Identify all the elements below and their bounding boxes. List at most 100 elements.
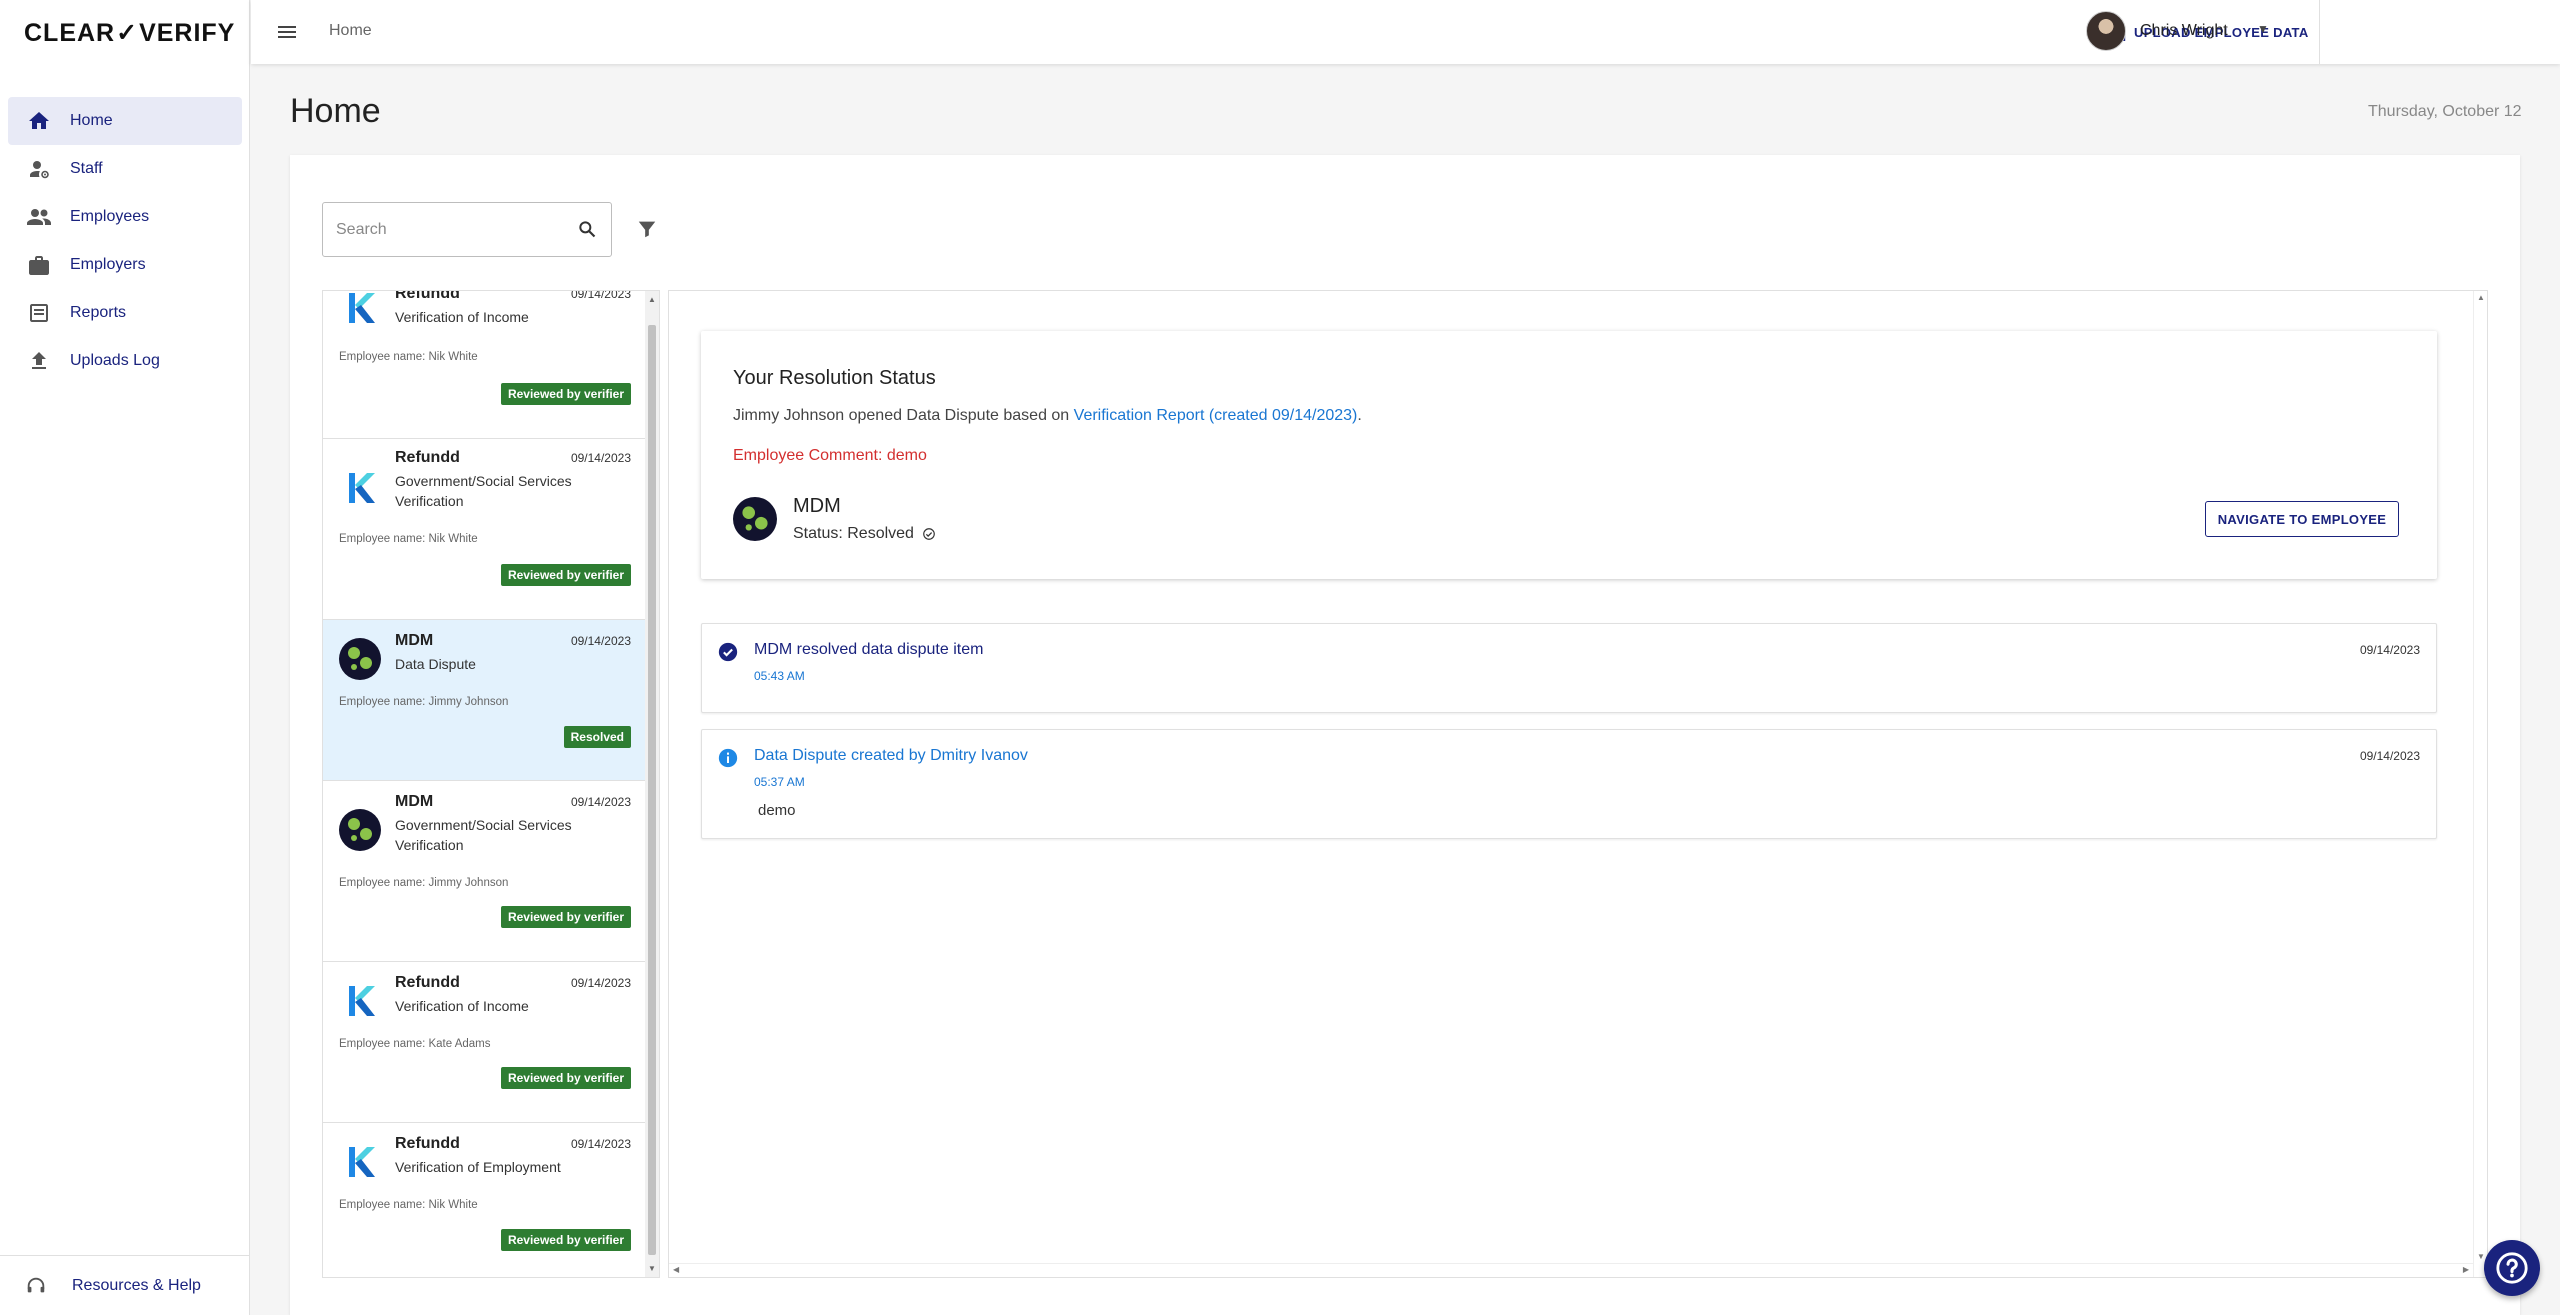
sidebar-nav: Home Staff Employees Employers Reports U… [8, 97, 242, 385]
verification-report-link[interactable]: Verification Report (created 09/14/2023) [1074, 407, 1358, 424]
scroll-up-icon[interactable]: ▲ [2477, 293, 2485, 302]
list-type: Government/Social Services Verification [395, 473, 572, 509]
logo-check-icon: ✓ [116, 19, 139, 47]
resources-help-label: Resources & Help [72, 1276, 201, 1294]
scroll-down-icon[interactable]: ▼ [648, 1264, 656, 1273]
dispute-period: . [1357, 407, 1362, 424]
status-badge: Reviewed by verifier [500, 564, 631, 586]
mdm-logo-icon [733, 497, 777, 541]
filter-icon[interactable] [636, 218, 658, 245]
list-type: Data Dispute [395, 656, 476, 672]
info-icon [718, 748, 738, 768]
avatar[interactable] [2086, 11, 2126, 51]
request-list: Refundd Verification of Income 09/14/202… [322, 290, 660, 1278]
list-item[interactable]: MDM Data Dispute 09/14/2023 Employee nam… [323, 620, 647, 781]
navigate-to-employee-button[interactable]: NAVIGATE TO EMPLOYEE [2205, 501, 2399, 537]
list-type: Verification of Income [395, 998, 529, 1014]
employee-comment: Employee Comment: demo [733, 447, 927, 464]
event-body: demo [758, 802, 796, 819]
sidebar-item-reports[interactable]: Reports [8, 289, 242, 337]
sidebar-item-uploads-log[interactable]: Uploads Log [8, 337, 242, 385]
status-badge: Reviewed by verifier [500, 906, 631, 928]
logo[interactable]: CLEAR ✓ VERIFY [24, 18, 235, 48]
timeline-event: Data Dispute created by Dmitry Ivanov 05… [701, 729, 2437, 839]
sidebar-item-label: Home [70, 112, 113, 129]
page-date: Thursday, October 12 [2368, 103, 2522, 120]
headset-icon [0, 1275, 72, 1297]
resolution-status-card: Your Resolution Status Jimmy Johnson ope… [701, 331, 2437, 579]
list-company: Refundd [395, 449, 460, 466]
user-name[interactable]: Chris Wright [2140, 22, 2228, 40]
sidebar-item-staff[interactable]: Staff [8, 145, 242, 193]
list-item[interactable]: MDM Government/Social Services Verificat… [323, 781, 647, 962]
list-scrollbar-thumb[interactable] [648, 325, 656, 1255]
detail-vertical-scrollbar[interactable]: ▲ ▼ [2473, 291, 2487, 1277]
list-company: Refundd [395, 974, 460, 991]
help-button[interactable] [2484, 1240, 2540, 1296]
scroll-up-icon[interactable]: ▲ [648, 295, 656, 304]
status-badge: Reviewed by verifier [500, 1067, 631, 1089]
chevron-down-icon[interactable]: ▼ [2257, 22, 2269, 36]
list-date: 09/14/2023 [570, 795, 631, 809]
list-employee: Employee name: Jimmy Johnson [339, 877, 509, 889]
logo-right: VERIFY [139, 18, 236, 47]
event-title: Data Dispute created by Dmitry Ivanov [754, 747, 1028, 764]
sidebar-item-label: Employers [70, 256, 146, 273]
event-title: MDM resolved data dispute item [754, 641, 984, 658]
sidebar-item-label: Employees [70, 208, 150, 225]
staff-icon [8, 157, 70, 181]
search-icon[interactable] [577, 219, 597, 244]
event-date: 09/14/2023 [2359, 749, 2420, 763]
scroll-down-icon[interactable]: ▼ [2477, 1252, 2485, 1261]
status-badge: Reviewed by verifier [500, 1229, 631, 1251]
scroll-left-icon[interactable]: ◀ [673, 1265, 679, 1274]
sidebar: CLEAR ✓ VERIFY Home Staff Employees Employ… [0, 0, 250, 1315]
detail-panel: Your Resolution Status Jimmy Johnson ope… [668, 290, 2488, 1278]
request-list-scroll: Refundd Verification of Income 09/14/202… [323, 291, 647, 1277]
employees-icon [8, 205, 70, 229]
reports-icon [8, 301, 70, 325]
search-input[interactable] [323, 203, 553, 256]
list-item[interactable]: Refundd Verification of Employment 09/14… [323, 1123, 647, 1277]
list-date: 09/14/2023 [570, 451, 631, 465]
home-icon [8, 109, 70, 133]
list-date: 09/14/2023 [570, 1137, 631, 1151]
check-circle-icon [718, 642, 738, 662]
sidebar-item-employers[interactable]: Employers [8, 241, 242, 289]
list-company: MDM [395, 793, 434, 810]
menu-icon[interactable] [275, 20, 299, 44]
detail-status-text: Status: Resolved [793, 525, 914, 542]
list-item[interactable]: Refundd Verification of Income 09/14/202… [323, 291, 647, 439]
resolution-status-title: Your Resolution Status [733, 367, 936, 389]
logo-left: CLEAR [24, 18, 116, 47]
refundd-logo-icon [349, 293, 375, 323]
scroll-right-icon[interactable]: ▶ [2463, 1265, 2469, 1274]
list-employee: Employee name: Nik White [339, 351, 478, 363]
briefcase-icon [8, 253, 70, 277]
list-employee: Employee name: Jimmy Johnson [339, 696, 509, 708]
list-item[interactable]: Refundd Government/Social Services Verif… [323, 439, 647, 620]
list-date: 09/14/2023 [570, 634, 631, 648]
breadcrumb[interactable]: Home [329, 22, 372, 40]
detail-company: MDM [793, 495, 841, 517]
dispute-opened-text: Jimmy Johnson opened Data Dispute based … [733, 407, 1074, 424]
help-icon [2496, 1252, 2528, 1284]
list-employee: Employee name: Nik White [339, 533, 478, 545]
event-time: 05:43 AM [754, 669, 805, 683]
sidebar-item-employees[interactable]: Employees [8, 193, 242, 241]
list-type: Government/Social Services Verification [395, 817, 572, 853]
event-time: 05:37 AM [754, 775, 805, 789]
sidebar-item-home[interactable]: Home [8, 97, 242, 145]
dispute-summary: Jimmy Johnson opened Data Dispute based … [733, 407, 1362, 425]
detail-horizontal-scrollbar[interactable]: ◀ ▶ [669, 1263, 2473, 1277]
list-scrollbar[interactable]: ▲ ▼ [645, 291, 659, 1277]
resources-help-link[interactable]: Resources & Help [0, 1255, 249, 1315]
sidebar-item-label: Reports [70, 304, 127, 321]
list-company: Refundd [395, 291, 460, 302]
list-employee: Employee name: Nik White [339, 1199, 478, 1211]
list-type: Verification of Income [395, 309, 529, 325]
list-item[interactable]: Refundd Verification of Income 09/14/202… [323, 962, 647, 1123]
timeline-event: MDM resolved data dispute item 05:43 AM … [701, 623, 2437, 713]
list-company: Refundd [395, 1135, 460, 1152]
status-badge: Resolved [563, 726, 631, 748]
